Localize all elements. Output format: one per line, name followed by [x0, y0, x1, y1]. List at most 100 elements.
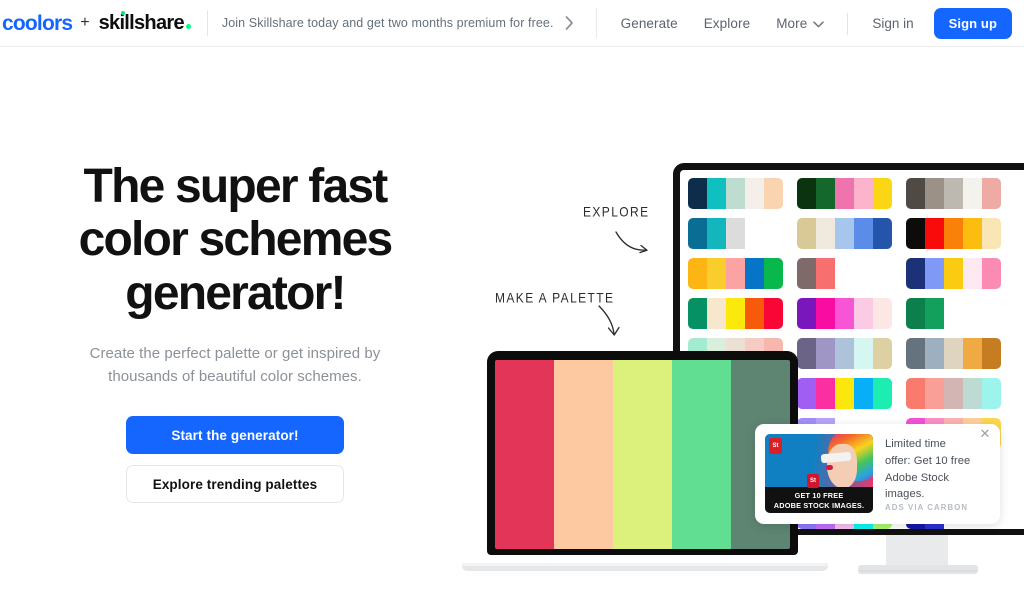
palette-swatch-row[interactable]: [688, 298, 783, 329]
sign-in-link[interactable]: Sign in: [858, 16, 927, 31]
palette-swatch-row[interactable]: [906, 338, 1001, 369]
color-swatch[interactable]: [982, 298, 1001, 329]
color-swatch[interactable]: [873, 218, 892, 249]
color-swatch[interactable]: [707, 258, 726, 289]
color-swatch[interactable]: [797, 178, 816, 209]
color-swatch[interactable]: [726, 298, 745, 329]
color-swatch[interactable]: [707, 178, 726, 209]
color-swatch[interactable]: [854, 378, 873, 409]
ad-image[interactable]: St St GET 10 FREE ADOBE STOCK IMAGES.: [765, 434, 873, 513]
ad-attribution[interactable]: ADS VIA CARBON: [885, 503, 968, 512]
color-swatch[interactable]: [764, 258, 783, 289]
color-swatch[interactable]: [906, 258, 925, 289]
color-swatch[interactable]: [873, 338, 892, 369]
color-swatch[interactable]: [854, 218, 873, 249]
color-swatch[interactable]: [906, 298, 925, 329]
color-swatch[interactable]: [835, 178, 854, 209]
palette-swatch-row[interactable]: [906, 218, 1001, 249]
laptop-color-swatch[interactable]: [613, 360, 672, 549]
color-swatch[interactable]: [726, 258, 745, 289]
palette-swatch-row[interactable]: [688, 258, 783, 289]
color-swatch[interactable]: [726, 218, 745, 249]
nav-link-more[interactable]: More: [763, 16, 837, 31]
color-swatch[interactable]: [854, 178, 873, 209]
palette-swatch-row[interactable]: [906, 258, 1001, 289]
color-swatch[interactable]: [982, 218, 1001, 249]
color-swatch[interactable]: [906, 218, 925, 249]
palette-swatch-row[interactable]: [688, 218, 783, 249]
color-swatch[interactable]: [873, 378, 892, 409]
palette-swatch-row[interactable]: [797, 258, 892, 289]
color-swatch[interactable]: [963, 378, 982, 409]
color-swatch[interactable]: [963, 258, 982, 289]
color-swatch[interactable]: [764, 218, 783, 249]
color-swatch[interactable]: [688, 258, 707, 289]
carbon-ad-card[interactable]: St St GET 10 FREE ADOBE STOCK IMAGES. Li…: [755, 424, 1000, 524]
color-swatch[interactable]: [944, 258, 963, 289]
color-swatch[interactable]: [835, 298, 854, 329]
color-swatch[interactable]: [925, 178, 944, 209]
palette-swatch-row[interactable]: [797, 338, 892, 369]
color-swatch[interactable]: [925, 338, 944, 369]
color-swatch[interactable]: [707, 298, 726, 329]
color-swatch[interactable]: [797, 258, 816, 289]
color-swatch[interactable]: [816, 338, 835, 369]
color-swatch[interactable]: [944, 298, 963, 329]
color-swatch[interactable]: [745, 218, 764, 249]
palette-swatch-row[interactable]: [797, 178, 892, 209]
explore-trending-palettes-button[interactable]: Explore trending palettes: [126, 465, 344, 504]
color-swatch[interactable]: [854, 298, 873, 329]
color-swatch[interactable]: [944, 378, 963, 409]
color-swatch[interactable]: [835, 218, 854, 249]
nav-link-generate[interactable]: Generate: [608, 16, 691, 31]
color-swatch[interactable]: [835, 258, 854, 289]
color-swatch[interactable]: [982, 178, 1001, 209]
color-swatch[interactable]: [726, 178, 745, 209]
palette-swatch-row[interactable]: [906, 378, 1001, 409]
color-swatch[interactable]: [854, 258, 873, 289]
color-swatch[interactable]: [982, 338, 1001, 369]
color-swatch[interactable]: [944, 338, 963, 369]
color-swatch[interactable]: [816, 378, 835, 409]
coolors-logo[interactable]: coolors: [2, 13, 73, 34]
color-swatch[interactable]: [688, 298, 707, 329]
color-swatch[interactable]: [745, 178, 764, 209]
color-swatch[interactable]: [797, 218, 816, 249]
color-swatch[interactable]: [797, 378, 816, 409]
color-swatch[interactable]: [797, 298, 816, 329]
color-swatch[interactable]: [764, 178, 783, 209]
color-swatch[interactable]: [963, 298, 982, 329]
color-swatch[interactable]: [944, 178, 963, 209]
palette-swatch-row[interactable]: [797, 378, 892, 409]
skillshare-logo-wrap[interactable]: skillshare: [99, 10, 191, 34]
start-generator-button[interactable]: Start the generator!: [126, 416, 344, 455]
sign-up-button[interactable]: Sign up: [933, 8, 1012, 39]
palette-swatch-row[interactable]: [688, 178, 783, 209]
palette-swatch-row[interactable]: [797, 298, 892, 329]
color-swatch[interactable]: [925, 218, 944, 249]
color-swatch[interactable]: [745, 298, 764, 329]
color-swatch[interactable]: [816, 298, 835, 329]
color-swatch[interactable]: [925, 378, 944, 409]
color-swatch[interactable]: [906, 338, 925, 369]
palette-swatch-row[interactable]: [906, 298, 1001, 329]
color-swatch[interactable]: [925, 258, 944, 289]
color-swatch[interactable]: [873, 298, 892, 329]
color-swatch[interactable]: [944, 218, 963, 249]
color-swatch[interactable]: [963, 218, 982, 249]
color-swatch[interactable]: [982, 378, 1001, 409]
color-swatch[interactable]: [688, 218, 707, 249]
laptop-color-swatch[interactable]: [672, 360, 731, 549]
color-swatch[interactable]: [797, 338, 816, 369]
color-swatch[interactable]: [835, 378, 854, 409]
ad-headline[interactable]: Limited time offer: Get 10 free Adobe St…: [885, 436, 990, 503]
color-swatch[interactable]: [906, 378, 925, 409]
color-swatch[interactable]: [707, 218, 726, 249]
nav-link-explore[interactable]: Explore: [691, 16, 763, 31]
close-icon[interactable]: ✕: [978, 427, 992, 441]
color-swatch[interactable]: [854, 338, 873, 369]
palette-swatch-row[interactable]: [906, 178, 1001, 209]
color-swatch[interactable]: [963, 178, 982, 209]
color-swatch[interactable]: [925, 298, 944, 329]
color-swatch[interactable]: [816, 218, 835, 249]
